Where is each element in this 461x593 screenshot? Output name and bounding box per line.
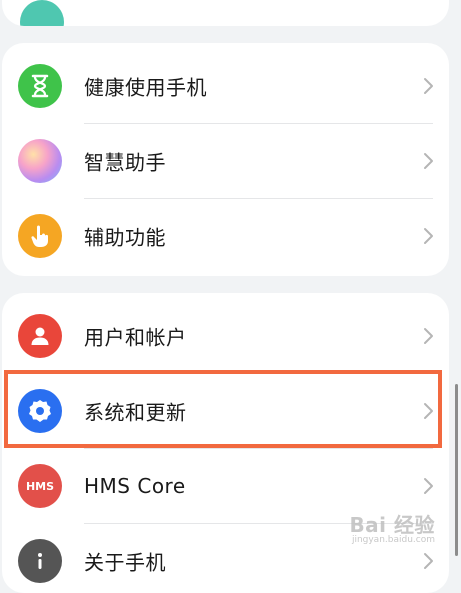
- hms-badge-text: HMS: [25, 479, 55, 493]
- scrollbar[interactable]: [455, 384, 458, 556]
- settings-item-label: 健康使用手机: [84, 75, 207, 100]
- settings-item-label: 关于手机: [84, 550, 166, 575]
- chevron-right-icon: [424, 403, 433, 419]
- settings-item-label: 系统和更新: [84, 400, 187, 425]
- settings-item-accessibility[interactable]: 辅助功能: [2, 199, 449, 273]
- hms-icon: HMS: [18, 464, 62, 508]
- settings-card-group1: 健康使用手机 智慧助手 辅助功能: [2, 43, 449, 276]
- settings-item-system-update[interactable]: 系统和更新: [2, 374, 449, 448]
- user-icon: [18, 314, 62, 358]
- settings-item-users-accounts[interactable]: 用户和帐户: [2, 299, 449, 373]
- watermark-logo: Bai 经验 jingyan.baidu.com: [349, 514, 435, 546]
- chevron-right-icon: [424, 228, 433, 244]
- settings-item-label: 智慧助手: [84, 150, 166, 175]
- watermark-sub: jingyan.baidu.com: [351, 535, 435, 546]
- chevron-right-icon: [424, 478, 433, 494]
- chevron-right-icon: [424, 78, 433, 94]
- hourglass-icon: [18, 64, 62, 108]
- settings-card-group2: 用户和帐户 系统和更新 HMS HMS Core 关于手机: [2, 293, 449, 593]
- hand-icon: [18, 214, 62, 258]
- settings-item-label: HMS Core: [84, 474, 186, 498]
- chevron-right-icon: [424, 553, 433, 569]
- gear-icon: [18, 389, 62, 433]
- partial-icon: [20, 0, 64, 26]
- settings-item-hms-core[interactable]: HMS HMS Core: [2, 449, 449, 523]
- settings-item-smart-assistant[interactable]: 智慧助手: [2, 124, 449, 198]
- chevron-right-icon: [424, 328, 433, 344]
- assistant-orb-icon: [18, 139, 62, 183]
- info-icon: [18, 539, 62, 583]
- watermark-main: Bai 经验: [349, 513, 435, 538]
- settings-card-top: [2, 0, 449, 26]
- settings-item-label: 辅助功能: [84, 225, 166, 250]
- settings-item-label: 用户和帐户: [84, 325, 187, 350]
- settings-item-digital-balance[interactable]: 健康使用手机: [2, 49, 449, 123]
- chevron-right-icon: [424, 153, 433, 169]
